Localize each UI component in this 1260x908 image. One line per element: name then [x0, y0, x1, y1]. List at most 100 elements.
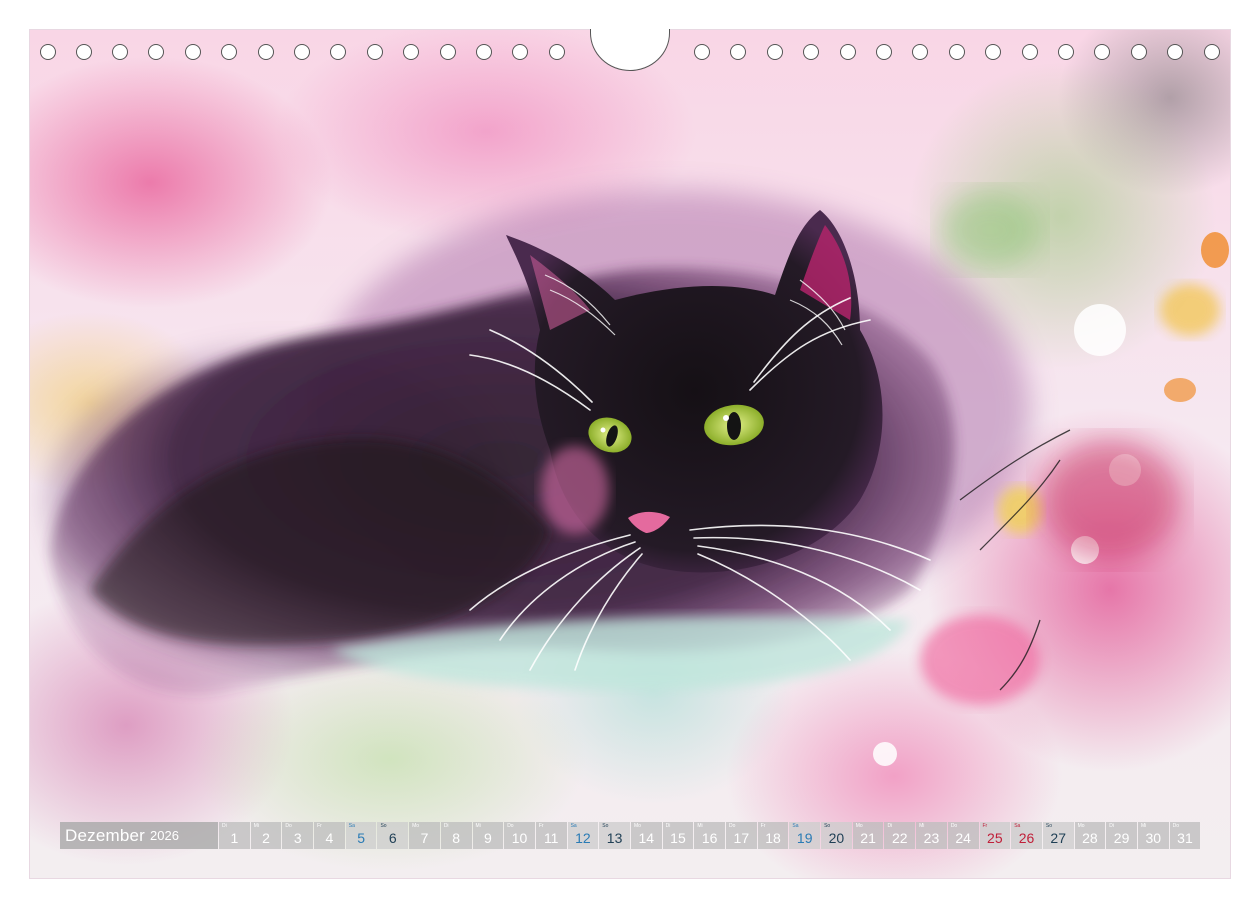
weekday-label: Di — [887, 823, 893, 829]
weekday-label: So — [602, 823, 609, 829]
weekday-label: Mo — [855, 823, 863, 829]
day-number: 28 — [1082, 830, 1098, 846]
weekday-label: Di — [665, 823, 671, 829]
weekday-label: Mi — [253, 823, 259, 829]
day-cell: So 13 — [599, 822, 630, 849]
weekday-label: Do — [507, 823, 514, 829]
weekday-label: Do — [950, 823, 958, 829]
weekday-label: Do — [729, 823, 736, 829]
weekday-label: Fr — [538, 823, 544, 829]
watercolor-artwork — [30, 30, 1230, 878]
weekday-label: So — [824, 823, 831, 829]
day-cell: Fr 18 — [757, 822, 789, 849]
day-cell: Di 1 — [219, 822, 250, 849]
day-cell: Di 15 — [662, 822, 694, 849]
day-number: 1 — [230, 830, 239, 846]
day-cell: Fr 25 — [979, 822, 1011, 849]
day-cell: Sa 5 — [345, 822, 377, 849]
day-number: 16 — [701, 830, 718, 846]
day-number: 6 — [388, 830, 397, 846]
day-number: 19 — [796, 830, 813, 846]
weekday-label: Sa — [1014, 823, 1021, 829]
day-number: 8 — [452, 830, 461, 846]
day-number: 2 — [262, 830, 270, 846]
weekday-label: Mo — [633, 823, 641, 829]
weekday-label: Mo — [1077, 823, 1085, 829]
day-cell: Do 17 — [726, 822, 757, 849]
day-cell: Mo 21 — [852, 822, 884, 849]
weekday-label: Mi — [919, 823, 925, 829]
day-cell: Sa 26 — [1011, 822, 1042, 849]
weekday-label: Mi — [1140, 823, 1147, 829]
weekday-label: Do — [1172, 823, 1180, 829]
day-cell: So 27 — [1042, 822, 1074, 849]
day-cell: Sa 12 — [567, 822, 599, 849]
day-cell: Do 10 — [504, 822, 535, 849]
calendar-page — [30, 30, 1230, 878]
day-number: 31 — [1177, 830, 1193, 846]
day-cell: Mo 28 — [1074, 822, 1106, 849]
weekday-label: So — [380, 823, 387, 829]
day-number: 13 — [606, 830, 623, 846]
day-number: 24 — [955, 830, 971, 846]
day-number: 9 — [483, 830, 492, 846]
weekday-label: Di — [443, 823, 449, 829]
day-cell: Do 3 — [282, 822, 314, 849]
year-label: 2026 — [150, 828, 179, 843]
day-number: 12 — [575, 830, 591, 846]
weekday-label: Di — [222, 823, 227, 829]
day-cell: Do 24 — [947, 822, 979, 849]
weekday-label: Sa — [570, 823, 577, 829]
weekday-label: Do — [285, 823, 292, 829]
day-cell: Mo 14 — [630, 822, 662, 849]
day-number: 7 — [420, 830, 429, 846]
day-number: 5 — [357, 830, 365, 846]
weekday-label: Sa — [792, 823, 799, 829]
day-number: 20 — [828, 830, 845, 846]
day-cell: Di 29 — [1106, 822, 1137, 849]
day-number: 30 — [1145, 830, 1162, 846]
weekday-label: Mi — [475, 823, 481, 829]
day-number: 18 — [765, 830, 781, 846]
day-number: 25 — [987, 830, 1003, 846]
day-cell: Mi 9 — [472, 822, 504, 849]
day-cell: So 6 — [377, 822, 409, 849]
day-number: 29 — [1113, 830, 1130, 846]
weekday-label: Fr — [982, 823, 988, 829]
day-cell: Mi 16 — [694, 822, 725, 849]
weekday-label: So — [1045, 823, 1052, 829]
weekday-label: Di — [1109, 823, 1114, 829]
day-number: 26 — [1018, 830, 1035, 846]
day-number: 27 — [1050, 830, 1066, 846]
month-label-box: Dezember 2026 — [60, 822, 218, 849]
weekday-label: Fr — [760, 823, 766, 829]
cat-illustration — [50, 190, 1229, 766]
weekday-label: Sa — [348, 823, 355, 829]
day-cell: Fr 4 — [314, 822, 345, 849]
day-number: 4 — [325, 830, 334, 846]
day-cell: Fr 11 — [535, 822, 567, 849]
month-name: Dezember — [65, 825, 146, 845]
day-number: 11 — [543, 830, 559, 846]
weekday-label: Mi — [697, 823, 703, 829]
day-cell: Mi 2 — [250, 822, 282, 849]
day-cell: Di 22 — [884, 822, 916, 849]
day-number: 23 — [923, 830, 940, 846]
day-cell: Di 8 — [440, 822, 472, 849]
day-number: 21 — [860, 830, 876, 846]
day-number: 22 — [891, 830, 908, 846]
weekday-label: Mo — [412, 823, 420, 829]
day-number: 17 — [733, 830, 750, 846]
calendar-strip: Dezember 2026 Di 1 Mi 2 Do 3 Fr 4 Sa 5 So 6 Mo 7 Di 8 Mi… — [60, 822, 1201, 849]
day-cell: Do 31 — [1169, 822, 1201, 849]
day-cell: Sa 19 — [789, 822, 821, 849]
day-number: 14 — [638, 830, 655, 846]
day-number: 3 — [293, 830, 302, 846]
day-number: 10 — [511, 830, 528, 846]
day-cell: So 20 — [821, 822, 852, 849]
day-cell: Mo 7 — [409, 822, 440, 849]
day-cell: Mi 30 — [1137, 822, 1169, 849]
day-cell: Mi 23 — [916, 822, 947, 849]
day-cells: Di 1 Mi 2 Do 3 Fr 4 Sa 5 So 6 Mo 7 Di 8 Mi 9 Do 10 Fr 11 Sa 12 S… — [219, 822, 1201, 849]
day-number: 15 — [670, 830, 686, 846]
